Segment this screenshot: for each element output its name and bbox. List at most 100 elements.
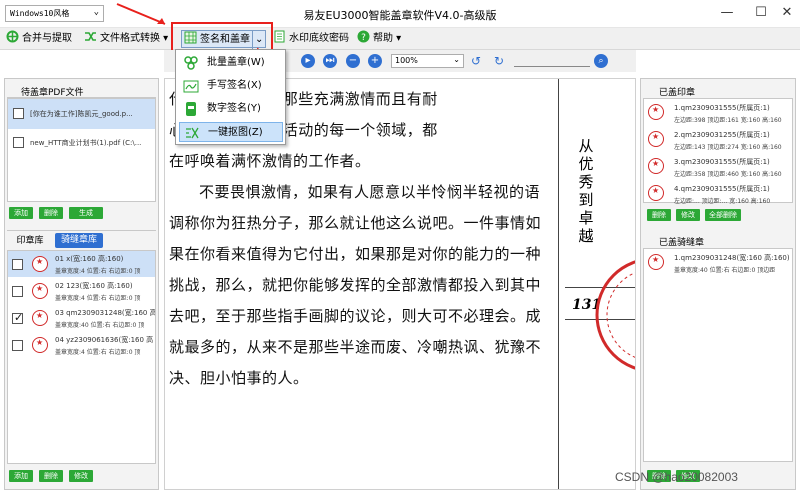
seal-thumbnail (648, 131, 664, 147)
seal-thumbnail (648, 104, 664, 120)
next-page-button[interactable]: ▸ (301, 54, 315, 68)
seal-name[interactable]: 03 qm2309031248(宽:160 高 (55, 308, 155, 318)
signature-icon (183, 78, 199, 94)
seal-thumbnail (32, 337, 48, 353)
edit-seal-button[interactable]: 修改 (69, 470, 93, 482)
stamped-header: 已盖印章 (659, 88, 696, 98)
shuffle-icon (84, 30, 97, 43)
stamped-name[interactable]: 2.qm2309031255(所属页:1) (674, 130, 790, 140)
seam-stamped-header: 已盖骑缝章 (659, 238, 705, 248)
maximize-button[interactable]: ☐ (750, 3, 772, 23)
menu-item-batch-stamp[interactable]: 批量盖章(W) (179, 53, 283, 73)
file-name[interactable]: [你在为谁工作]陈凯元_good.p... (30, 109, 154, 119)
seal-name[interactable]: 02 123(宽:160 高:160) (55, 281, 155, 291)
stamped-name[interactable]: 4.qm2309031555(所属页:1) (674, 184, 790, 194)
seal-checkbox[interactable] (12, 259, 23, 270)
add-file-button[interactable]: 添加 (9, 207, 33, 219)
menu-item-digital-signature[interactable]: 数字签名(Y) (179, 99, 283, 119)
stamped-name[interactable]: 3.qm2309031555(所属页:1) (674, 157, 790, 167)
seal-detail: 盖章宽度:4 位置:右 右边距:0 顶 (55, 268, 141, 275)
merge-extract-button[interactable]: 合并与提取 (6, 30, 72, 48)
doc-line: 果在你看来值得为它付出，如果那是对你的能力的一种 (169, 245, 542, 263)
doc-line: 不要畏惧激情，如果有人愿意以半怜悯半轻视的语 (199, 183, 541, 201)
stamped-detail: 左边距:358 顶边距:460 宽:160 高:160 (674, 171, 782, 178)
watermark-text: CSDN @hao20082003 (615, 470, 738, 484)
help-button[interactable]: ? 帮助 ▾ (357, 30, 401, 48)
menu-item-label: 手写签名 (207, 80, 247, 91)
seal-list[interactable]: 01 x(宽:160 高:160) 盖章宽度:4 位置:右 右边距:0 顶 02… (7, 250, 156, 464)
menu-item-shortcut: (Z) (248, 127, 263, 138)
file-checkbox[interactable] (13, 137, 24, 148)
stamped-detail: 左边距:... 顶边距:... 宽:160 高:160 (674, 198, 771, 205)
chevron-down-icon: ▾ (393, 33, 402, 44)
rotate-right-icon[interactable]: ↻ (494, 54, 508, 68)
delete-stamp-button[interactable]: 删除 (647, 209, 671, 221)
delete-seal-button[interactable]: 删除 (39, 470, 63, 482)
stamped-name[interactable]: 1.qm2309031555(所属页:1) (674, 103, 790, 113)
zoom-out-button[interactable]: − (346, 54, 360, 68)
menu-item-shortcut: (Y) (247, 103, 261, 114)
help-label: 帮助 (373, 33, 393, 44)
book-sidebar-title: 从优秀到卓越 (578, 137, 594, 245)
seal-detail: 盖章宽度:4 位置:右 右边距:0 顶 (55, 349, 141, 356)
search-icon[interactable]: ⌕ (594, 54, 608, 68)
stamped-detail: 左边距:398 顶边距:161 宽:160 高:160 (674, 117, 782, 124)
tab-seal-library[interactable]: 印章库 (10, 234, 50, 248)
menu-item-shortcut: (W) (247, 57, 265, 68)
style-select[interactable]: Windows10风格 ⌄ (5, 5, 104, 22)
file-checkbox[interactable] (13, 108, 24, 119)
delete-all-stamps-button[interactable]: 全部删除 (705, 209, 741, 221)
delete-file-button[interactable]: 删除 (39, 207, 63, 219)
zoom-select[interactable]: 100% ⌄ (391, 54, 464, 68)
menu-item-label: 批量盖章 (207, 57, 247, 68)
minimize-button[interactable]: — (716, 3, 738, 23)
menu-item-label: 数字签名 (207, 103, 247, 114)
seal-detail: 盖章宽度:40 位置:右 右边距:0 顶 (55, 322, 145, 329)
seal-name[interactable]: 04 yz2309061636(宽:160 高 (55, 335, 155, 345)
seal-thumbnail (32, 283, 48, 299)
seam-stamped-list[interactable]: 1.qm2309031248(宽:160 高:160) 盖章宽度:40 位置:右… (643, 248, 793, 462)
seal-thumbnail (648, 185, 664, 201)
menu-item-handwritten[interactable]: 手写签名(X) (179, 76, 283, 96)
sign-stamp-menu: 批量盖章(W) 手写签名(X) 数字签名(Y) 一键抠图(Z) (175, 49, 286, 145)
stamped-list[interactable]: 1.qm2309031555(所属页:1) 左边距:398 顶边距:161 宽:… (643, 98, 793, 205)
left-panel: 待盖章PDF文件 [你在为谁工作]陈凯元_good.p... new_HTT商业… (4, 78, 159, 490)
zoom-value: 100% (395, 56, 418, 65)
stamped-detail: 左边距:143 顶边距:274 宽:160 高:160 (674, 144, 782, 151)
chevron-down-icon: ⌄ (453, 55, 460, 64)
cutout-icon (184, 125, 200, 141)
generate-button[interactable]: 生成 (69, 207, 103, 219)
last-page-button[interactable]: ⏭ (323, 54, 337, 68)
tab-seam-seal-library[interactable]: 骑缝章库 (55, 233, 103, 248)
pdf-file-list[interactable]: [你在为谁工作]陈凯元_good.p... new_HTT商业计划书(1).pd… (7, 98, 156, 202)
seam-stamped-detail: 盖章宽度:40 位置:右 右边距:0 顶边距 (674, 267, 776, 274)
add-seal-button[interactable]: 添加 (9, 470, 33, 482)
search-input[interactable] (514, 66, 590, 67)
seal-checkbox[interactable] (12, 311, 23, 324)
page-divider (558, 79, 559, 489)
merge-icon (6, 30, 19, 43)
batch-stamp-icon (183, 55, 199, 71)
edit-stamp-button[interactable]: 修改 (676, 209, 700, 221)
divider (7, 230, 156, 231)
right-panel: 已盖印章 1.qm2309031555(所属页:1) 左边距:398 顶边距:1… (640, 78, 796, 490)
close-button[interactable]: ✕ (776, 3, 798, 23)
seal-thumbnail (32, 310, 48, 326)
file-name[interactable]: new_HTT商业计划书(1).pdf (C:\... (30, 138, 154, 148)
menu-item-one-click-cutout[interactable]: 一键抠图(Z) (179, 122, 283, 142)
doc-line: 挑战，那么，就把你能够发挥的全部激情都投入到其中 (169, 276, 542, 294)
doc-line: 决、胆小怕事的人。 (169, 369, 309, 387)
menu-item-shortcut: (X) (247, 80, 262, 91)
chevron-down-icon: ⌄ (93, 7, 99, 17)
seal-checkbox[interactable] (12, 340, 23, 351)
seal-name[interactable]: 01 x(宽:160 高:160) (55, 254, 155, 264)
zoom-in-button[interactable]: + (368, 54, 382, 68)
doc-line: 在呼唤着满怀激情的工作者。 (169, 152, 371, 170)
merge-extract-label: 合并与提取 (22, 33, 72, 44)
doc-line: 就最多的，从来不是那些半途而废、冷嘲热讽、犹豫不 (169, 338, 542, 356)
seam-stamped-name[interactable]: 1.qm2309031248(宽:160 高:160) (674, 253, 790, 263)
rotate-left-icon[interactable]: ↺ (471, 54, 485, 68)
seal-thumbnail (32, 256, 48, 272)
help-icon: ? (357, 30, 370, 43)
seal-checkbox[interactable] (12, 286, 23, 297)
